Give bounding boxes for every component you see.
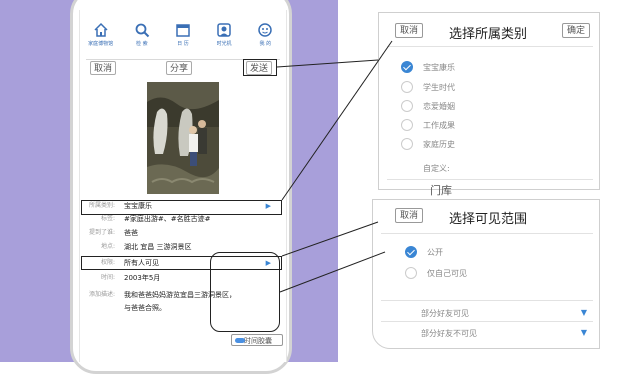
connector-lines (276, 40, 393, 293)
